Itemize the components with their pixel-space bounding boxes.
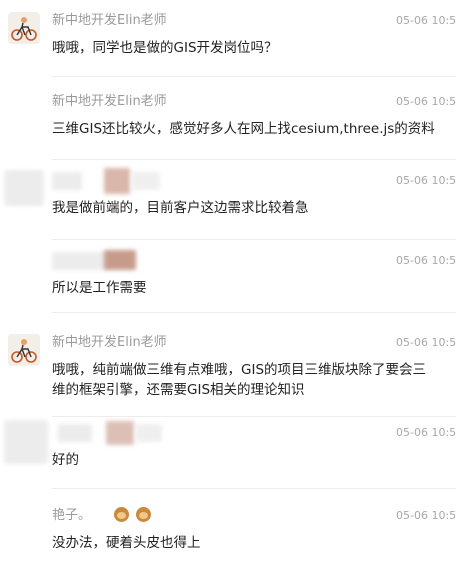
blurred-name (52, 172, 82, 190)
comment-text: 哦哦，同学也是做的GIS开发岗位吗？ (52, 40, 278, 56)
blurred-avatar-chip (104, 168, 130, 194)
monkey-emoji-icon (136, 507, 152, 522)
divider (52, 488, 456, 489)
comment-time: 05-06 10:54 (396, 254, 456, 267)
blurred-name (52, 252, 108, 270)
teacher-avatar[interactable] (8, 12, 40, 44)
bike-icon (8, 334, 40, 366)
bike-icon (8, 12, 40, 44)
teacher-avatar[interactable] (8, 334, 40, 366)
blurred-name (58, 424, 92, 442)
comment-time: 05-06 10:54 (396, 174, 456, 187)
comment-list: 新中地开发Elin老师 05-06 10:53 哦哦，同学也是做的GIS开发岗位… (0, 0, 456, 567)
blurred-avatar-chip (104, 250, 136, 270)
comment-text: 三维GIS还比较火，感觉好多人在网上找cesium,three.js的资料 (52, 121, 435, 137)
divider (52, 159, 456, 160)
comment-time: 05-06 10:53 (396, 95, 456, 108)
author-name[interactable]: 新中地开发Elin老师 (52, 12, 167, 30)
blurred-avatar[interactable] (4, 170, 44, 206)
blurred-name (132, 172, 160, 190)
comment-text-line-2: 维的框架引擎，还需要GIS相关的理论知识 (52, 382, 305, 398)
comment-time: 05-06 10:53 (396, 14, 456, 27)
comment-time: 05-06 10:56 (396, 336, 456, 349)
comment-time: 05-06 10:57 (396, 509, 456, 522)
divider (52, 239, 456, 240)
blurred-avatar[interactable] (4, 420, 48, 464)
comment-text: 好的 (52, 452, 79, 468)
author-name-text: 艳子。 (52, 508, 92, 523)
comment-text: 没办法，硬着头皮也得上 (52, 535, 201, 551)
comment-text: 我是做前端的，目前客户这边需求比较着急 (52, 200, 309, 216)
divider (52, 76, 456, 77)
author-name[interactable]: 新中地开发Elin老师 (52, 93, 167, 111)
divider (52, 312, 456, 313)
author-name[interactable]: 艳子。 (52, 507, 152, 525)
comment-text: 所以是工作需要 (52, 280, 147, 296)
author-name[interactable]: 新中地开发Elin老师 (52, 334, 167, 352)
comment-time: 05-06 10:56 (396, 426, 456, 439)
blurred-name (136, 424, 162, 442)
divider (52, 416, 456, 417)
monkey-emoji-icon (114, 507, 130, 522)
comment-text-line-1: 哦哦，纯前端做三维有点难哦，GIS的项目三维版块除了要会三 (52, 362, 427, 378)
blurred-avatar-chip (106, 421, 134, 445)
